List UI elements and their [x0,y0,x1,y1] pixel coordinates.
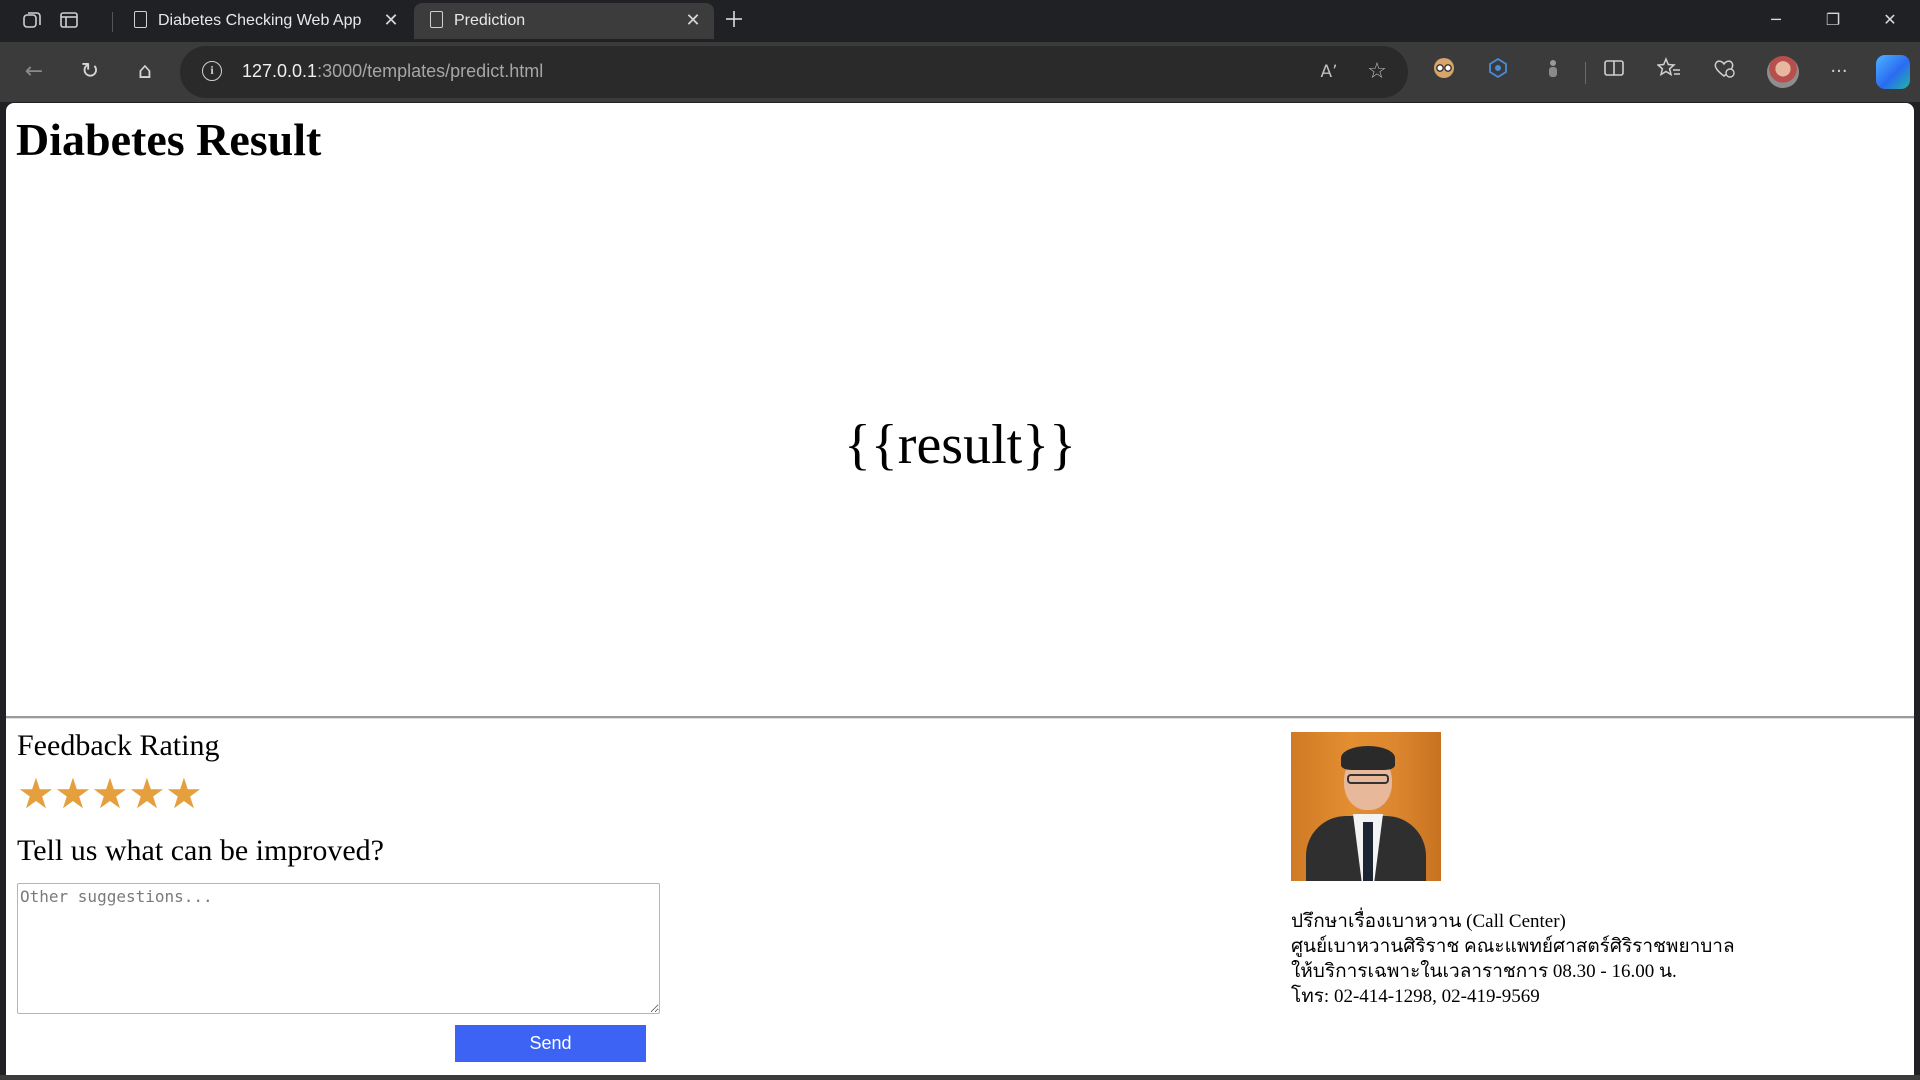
plus-icon [726,11,742,27]
home-button[interactable]: ⌂ [129,56,161,88]
doctor-photo [1291,732,1441,881]
browser-toolbar: ← ↻ ⌂ i 127.0.0.1:3000/templates/predict… [0,42,1920,102]
window-bottom-edge [0,1075,1920,1080]
tab-prediction[interactable]: Prediction ✕ [414,3,714,39]
photo-glasses [1347,774,1389,784]
reload-button[interactable]: ↻ [74,56,106,88]
extension-glasses-icon[interactable] [1428,56,1460,88]
browser-window: Diabetes Checking Web App ✕ Prediction ✕… [0,0,1920,1080]
profile-avatar[interactable] [1767,56,1799,88]
read-aloud-icon[interactable]: Aʼ [1316,59,1342,85]
feedback-heading: Feedback Rating [17,729,220,762]
tab-bar: Diabetes Checking Web App ✕ Prediction ✕… [0,0,1920,42]
split-screen-icon[interactable] [1598,56,1630,88]
page-icon [134,11,147,28]
favorites-icon[interactable] [1653,56,1685,88]
page-icon [430,11,443,28]
page-viewport: Diabetes Result {{result}} Feedback Rati… [6,103,1914,1075]
horizontal-divider [6,716,1914,719]
photo-tie [1363,822,1373,881]
tab-title: Diabetes Checking Web App [158,12,362,29]
url-path: :3000/templates/predict.html [317,61,544,81]
minimize-button[interactable]: ─ [1748,0,1804,40]
toolbar-separator [1585,62,1586,84]
improve-heading: Tell us what can be improved? [17,834,384,867]
contact-line-4: โทร: 02-414-1298, 02-419-9569 [1291,986,1540,1007]
site-info-icon[interactable]: i [202,61,222,81]
tab-title: Prediction [454,12,526,29]
browser-essentials-icon[interactable] [1708,56,1740,88]
address-bar[interactable]: i 127.0.0.1:3000/templates/predict.html … [180,46,1408,98]
close-icon[interactable]: ✕ [380,9,402,31]
star-5-icon[interactable]: ★ [165,774,203,816]
contact-line-2: ศูนย์เบาหวานศิริราช คณะแพทย์ศาสตร์ศิริรา… [1291,936,1735,957]
extension-figure-icon[interactable] [1537,56,1569,88]
contact-line-3: ให้บริการเฉพาะในเวลาราชการ 08.30 - 16.00… [1291,961,1677,982]
workspaces-icon[interactable] [20,9,44,33]
contact-info: ปรึกษาเรื่องเบาหวาน (Call Center) ศูนย์เ… [1291,909,1735,1009]
page-title: Diabetes Result [16,114,322,165]
restore-button[interactable]: ❐ [1805,0,1861,40]
close-icon[interactable]: ✕ [682,9,704,31]
more-options-icon[interactable]: ··· [1823,56,1855,88]
tab-separator [112,12,113,32]
tab-diabetes-checking[interactable]: Diabetes Checking Web App ✕ [118,3,412,39]
tab-actions-icon[interactable] [57,9,81,33]
contact-line-1: ปรึกษาเรื่องเบาหวาน (Call Center) [1291,911,1566,932]
send-button[interactable]: Send [455,1025,646,1062]
star-4-icon[interactable]: ★ [128,774,166,816]
photo-hair [1341,746,1395,770]
new-tab-button[interactable] [722,9,746,33]
suggestions-textarea[interactable] [17,883,660,1014]
result-text: {{result}} [844,414,1076,476]
favorite-star-icon[interactable]: ☆ [1364,59,1390,85]
url-host: 127.0.0.1 [242,61,318,81]
star-3-icon[interactable]: ★ [91,774,129,816]
extension-network-icon[interactable] [1482,56,1514,88]
star-1-icon[interactable]: ★ [17,774,55,816]
copilot-icon[interactable] [1876,55,1910,89]
url-text[interactable]: 127.0.0.1:3000/templates/predict.html [242,61,543,82]
close-window-button[interactable]: ✕ [1862,0,1918,40]
back-button[interactable]: ← [18,56,50,88]
star-2-icon[interactable]: ★ [54,774,92,816]
